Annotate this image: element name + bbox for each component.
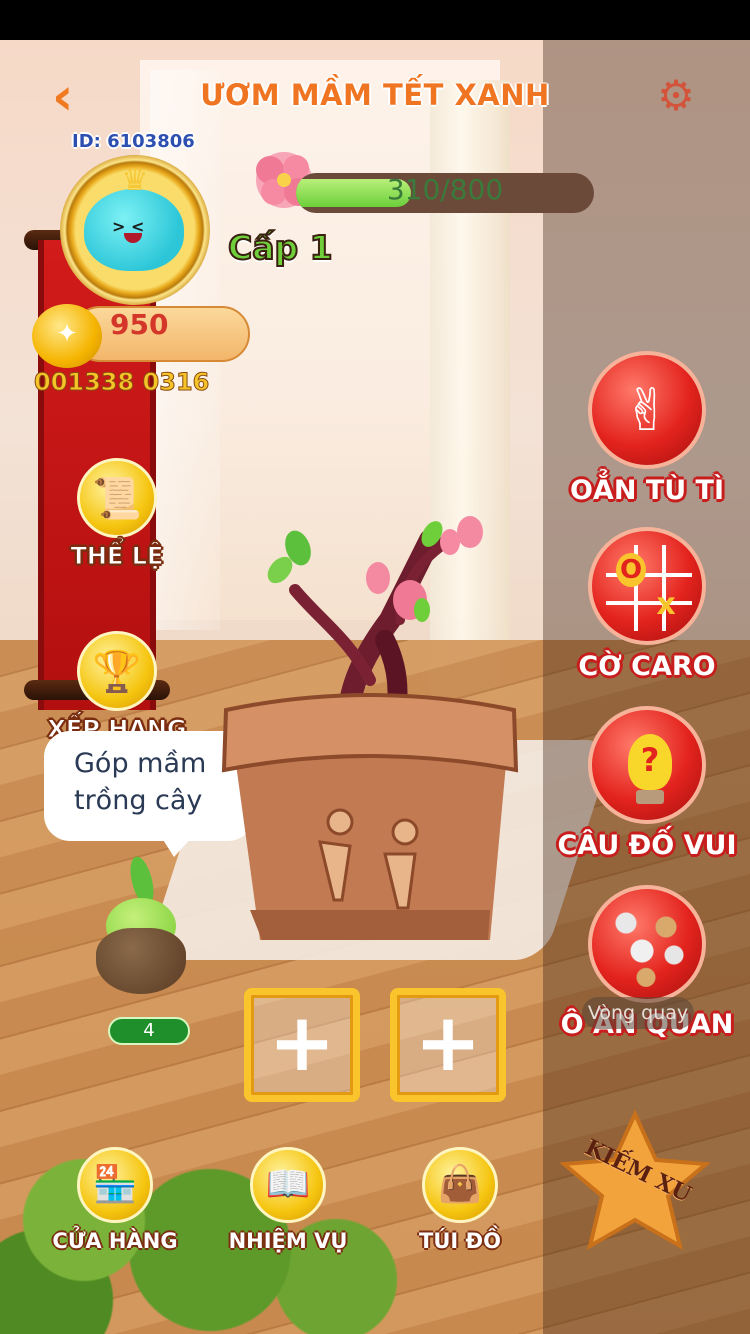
lucky-wheel-label[interactable]: Vòng quay [582, 997, 694, 1029]
phone-number: 001338 0316 [33, 368, 210, 397]
gear-icon: ⚙ [657, 71, 695, 120]
pot-band [250, 910, 490, 940]
bag-icon: 👜 [422, 1147, 498, 1223]
game-label-caro: CỜ CARO [578, 651, 716, 682]
back-button[interactable]: ‹ [52, 71, 92, 124]
level-label: Cấp 1 [227, 227, 334, 268]
stones-icon [588, 885, 706, 1003]
game-caro[interactable]: O x CỜ CARO [552, 527, 742, 682]
tic-tac-toe-icon: O x [588, 527, 706, 645]
book-icon: 📖 [250, 1147, 326, 1223]
shop-icon: 🏪 [77, 1147, 153, 1223]
speech-bubble-tail [160, 835, 194, 857]
nav-missions-label: NHIỆM VỤ [228, 1229, 348, 1253]
nav-missions[interactable]: 📖 NHIỆM VỤ [213, 1147, 363, 1253]
user-id: ID: 6103806 [72, 131, 195, 152]
crown-icon: ♛ [121, 163, 149, 198]
rules-label: THỂ LỆ [70, 542, 164, 571]
seed-shell [96, 928, 186, 994]
add-icon: + [268, 996, 336, 1089]
stones [610, 907, 690, 987]
add-slot-1[interactable]: + [244, 988, 360, 1102]
add-slot-2[interactable]: + [390, 988, 506, 1102]
nav-shop[interactable]: 🏪 CỬA HÀNG [40, 1147, 190, 1253]
nav-shop-label: CỬA HÀNG [52, 1229, 178, 1253]
ranking-button[interactable]: 🏆 XẾP HẠNG [42, 631, 192, 744]
avatar[interactable]: > < ♛ [60, 155, 210, 305]
question-mark: ? [628, 734, 672, 790]
page-title: ƯƠM MẦM TẾT XANH [200, 78, 550, 112]
avatar-character: > < [84, 189, 184, 271]
scroll-icon: 📜 [77, 458, 157, 538]
coin-icon: ✦ [32, 304, 102, 368]
trophy-icon: 🏆 [77, 631, 157, 711]
coin-value: 950 [110, 308, 169, 341]
nav-bag[interactable]: 👜 TÚI ĐỒ [385, 1147, 535, 1253]
x-mark: x [656, 587, 676, 622]
avatar-mouth [124, 233, 142, 243]
add-icon: + [414, 996, 482, 1089]
nav-bag-label: TÚI ĐỒ [419, 1229, 501, 1253]
rules-button[interactable]: 📜 THỂ LỆ [42, 458, 192, 571]
game-rock-paper-scissors[interactable]: ✌ OẲN TÙ TÌ [552, 351, 742, 506]
game-label-rock-paper-scissors: OẲN TÙ TÌ [569, 475, 725, 506]
peach-tree-pot[interactable] [200, 470, 540, 950]
level-progress-text: 310/800 [386, 173, 504, 206]
seed-count-badge: 4 [108, 1017, 190, 1045]
hand-victory-icon: ✌ [588, 351, 706, 469]
chevron-left-icon: ‹ [52, 67, 74, 127]
game-quiz[interactable]: ? CÂU ĐỐ VUI [552, 706, 742, 861]
o-mark: O [616, 553, 646, 587]
settings-button[interactable]: ⚙ [654, 74, 698, 118]
bulb-base [636, 790, 664, 804]
lightbulb-icon: ? [588, 706, 706, 824]
seed-character[interactable] [92, 854, 188, 1004]
game-label-quiz: CÂU ĐỐ VUI [557, 830, 737, 861]
status-bar [0, 0, 750, 40]
